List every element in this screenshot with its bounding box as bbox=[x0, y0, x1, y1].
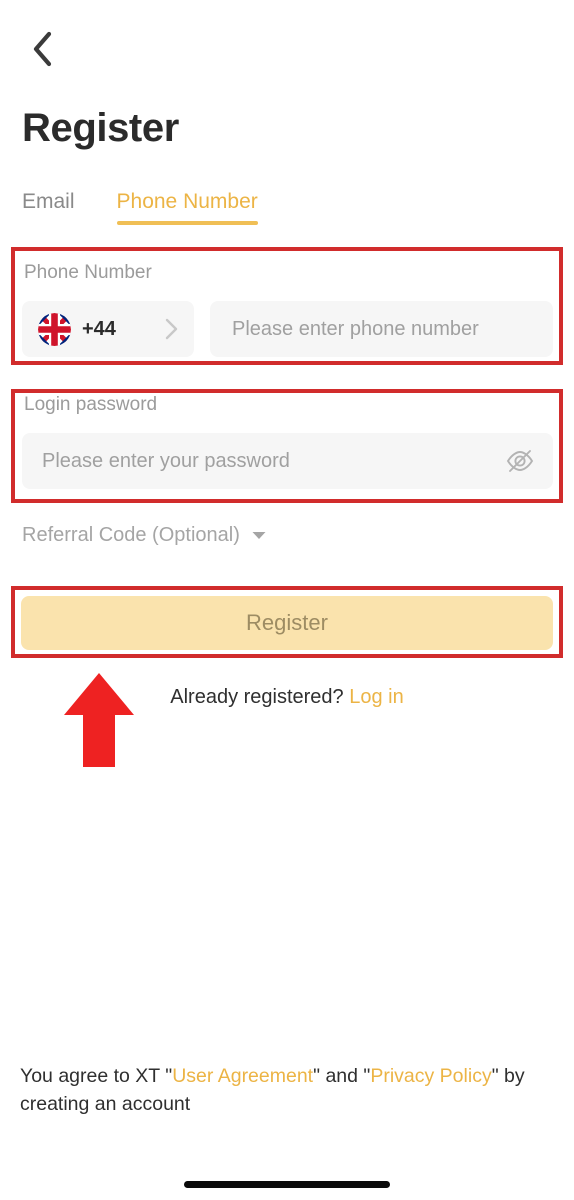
auth-method-tabs: Email Phone Number bbox=[22, 190, 259, 225]
register-screen: Register Email Phone Number Phone Number bbox=[0, 0, 574, 1200]
agreement-text: You agree to XT "User Agreement" and "Pr… bbox=[20, 1063, 554, 1118]
agreement-middle: " and " bbox=[313, 1065, 371, 1087]
back-button[interactable] bbox=[14, 22, 70, 76]
eye-off-icon[interactable] bbox=[505, 448, 535, 474]
agreement-prefix: You agree to XT " bbox=[20, 1065, 173, 1087]
log-in-link[interactable]: Log in bbox=[349, 686, 404, 708]
already-registered-text: Already registered? bbox=[170, 686, 344, 708]
password-placeholder: Please enter your password bbox=[42, 449, 290, 472]
uk-flag-icon bbox=[38, 312, 71, 346]
dial-code: +44 bbox=[82, 317, 116, 340]
already-registered-row: Already registered? Log in bbox=[0, 686, 574, 709]
login-password-label: Login password bbox=[24, 394, 158, 415]
phone-number-input[interactable]: Please enter phone number bbox=[210, 301, 553, 357]
country-code-selector[interactable]: +44 bbox=[22, 301, 194, 357]
caret-down-icon bbox=[252, 531, 266, 540]
tab-email[interactable]: Email bbox=[22, 190, 75, 225]
user-agreement-link[interactable]: User Agreement bbox=[172, 1065, 313, 1087]
chevron-left-icon bbox=[29, 30, 55, 68]
page-title: Register bbox=[22, 106, 179, 150]
tab-phone-number[interactable]: Phone Number bbox=[116, 190, 259, 225]
phone-number-placeholder: Please enter phone number bbox=[232, 317, 479, 340]
referral-code-label: Referral Code (Optional) bbox=[22, 524, 240, 546]
phone-number-label: Phone Number bbox=[24, 262, 152, 283]
privacy-policy-link[interactable]: Privacy Policy bbox=[370, 1065, 491, 1087]
chevron-right-icon bbox=[165, 318, 178, 340]
password-input[interactable]: Please enter your password bbox=[22, 433, 553, 489]
register-button[interactable]: Register bbox=[21, 596, 553, 650]
referral-code-dropdown[interactable]: Referral Code (Optional) bbox=[22, 524, 266, 547]
home-indicator bbox=[184, 1181, 390, 1188]
